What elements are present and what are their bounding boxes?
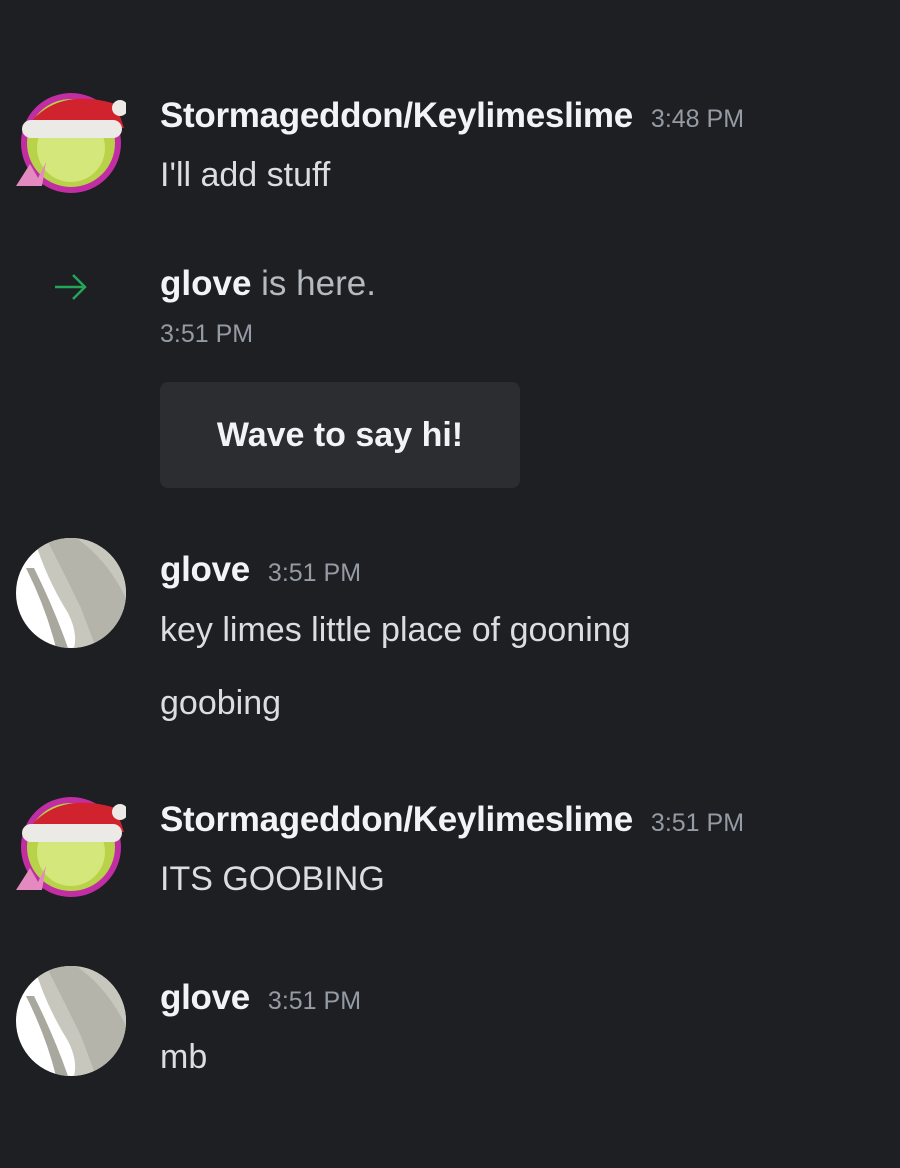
wave-button[interactable]: Wave to say hi! (160, 382, 520, 488)
lime-santa-hat-avatar-icon (16, 797, 126, 897)
timestamp: 3:51 PM (650, 809, 745, 837)
timestamp: 3:51 PM (267, 987, 362, 1015)
timestamp: 3:48 PM (650, 105, 745, 133)
avatar[interactable] (16, 790, 126, 900)
message-header: Stormageddon/Keylimeslime 3:51 PM (160, 800, 744, 840)
username[interactable]: glove (160, 978, 250, 1017)
username[interactable]: Stormageddon/Keylimeslime (160, 96, 633, 135)
username[interactable]: Stormageddon/Keylimeslime (160, 800, 633, 839)
arrow-right-icon (55, 274, 87, 300)
avatar[interactable] (16, 538, 126, 648)
message-text: ITS GOOBING (160, 860, 385, 898)
avatar[interactable] (16, 86, 126, 196)
glove-avatar-icon (16, 966, 126, 1076)
message-header: glove 3:51 PM (160, 978, 361, 1018)
message-text: goobing (160, 684, 282, 722)
message-text: mb (160, 1038, 208, 1076)
message-text: I'll add stuff (160, 156, 331, 194)
message-header: Stormageddon/Keylimeslime 3:48 PM (160, 96, 744, 136)
join-suffix: is here. (251, 264, 376, 303)
message-header: glove 3:51 PM (160, 550, 361, 590)
join-text: glove is here. (160, 264, 376, 304)
join-timestamp: 3:51 PM (160, 320, 254, 348)
glove-avatar-icon (16, 538, 126, 648)
lime-santa-hat-avatar-icon (16, 93, 126, 193)
username[interactable]: glove (160, 550, 250, 589)
avatar[interactable] (16, 966, 126, 1076)
message-text: key limes little place of gooning (160, 611, 631, 649)
timestamp: 3:51 PM (267, 559, 362, 587)
chat-message-list: Stormageddon/Keylimeslime 3:48 PM I'll ad… (0, 0, 900, 1168)
join-username[interactable]: glove (160, 264, 251, 303)
